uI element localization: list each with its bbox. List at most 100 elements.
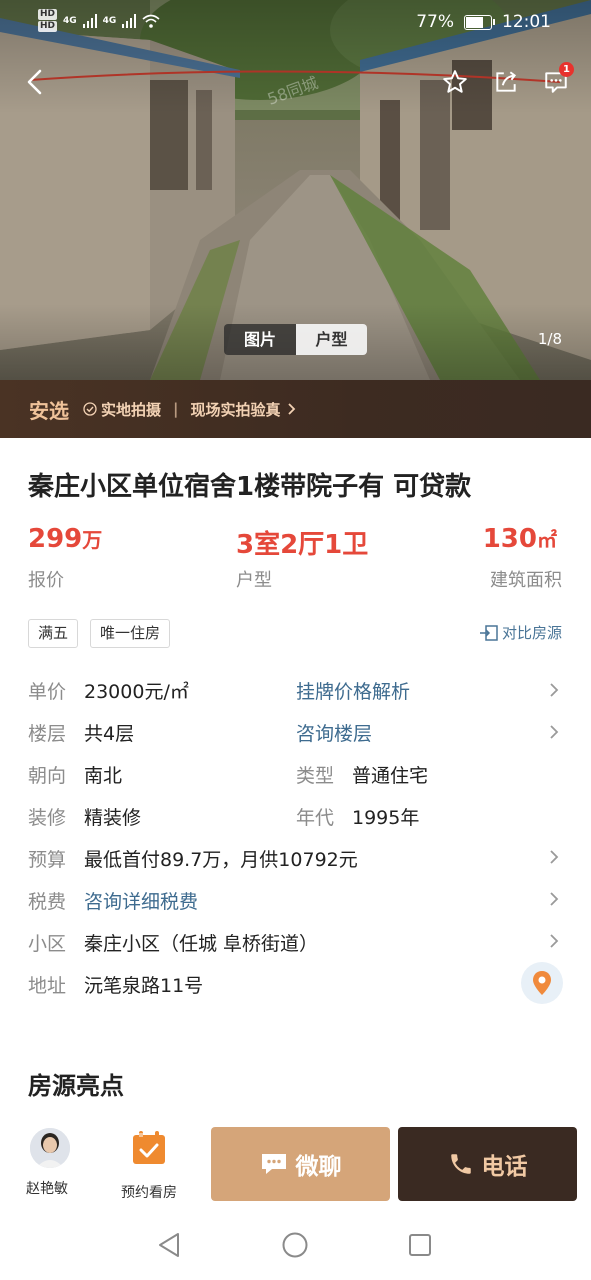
signal-icon <box>82 13 97 28</box>
community-value: 秦庄小区（任城 阜桥街道） <box>84 932 319 955</box>
message-count-badge: 1 <box>559 62 574 77</box>
listing-title: 秦庄小区单位宿舍1楼带院子有 可贷款 <box>28 472 472 502</box>
row-year: 年代 1995年 <box>296 802 419 830</box>
tag-only-home: 唯一住房 <box>90 619 171 648</box>
row-community[interactable]: 小区 秦庄小区（任城 阜桥街道） <box>28 928 318 956</box>
call-label: 电话 <box>481 1154 528 1180</box>
area-value: 130㎡ <box>482 524 557 554</box>
hd-indicator: HD <box>38 21 58 32</box>
tag-over-five-years: 满五 <box>28 619 79 648</box>
circle-home-icon <box>282 1232 308 1258</box>
row-decoration: 装修 精装修 <box>28 802 141 830</box>
courtyard-photo: 58同城 <box>0 0 591 380</box>
schedule-viewing-label: 预约看房 <box>121 1185 177 1201</box>
chevron-right-icon <box>287 403 295 415</box>
row-address: 地址 沅笔泉路11号 <box>28 970 203 998</box>
agent-photo <box>30 1128 70 1168</box>
check-circle-icon <box>83 402 97 416</box>
hd-indicator: HD <box>38 9 58 20</box>
chat-label: 微聊 <box>295 1154 342 1180</box>
schedule-viewing-button[interactable]: 预约看房 <box>114 1130 184 1202</box>
map-location-button[interactable] <box>521 962 563 1004</box>
row-type: 类型 普通住宅 <box>296 760 428 788</box>
layout-label: 户型 <box>236 570 272 591</box>
compare-label: 对比房源 <box>501 624 562 642</box>
tax-consult-link[interactable]: 咨询详细税费 <box>84 887 198 914</box>
square-recents-icon <box>409 1234 431 1256</box>
battery-percent: 77% <box>416 12 454 32</box>
row-tax[interactable]: 税费 咨询详细税费 <box>28 886 198 914</box>
unit-price-label: 单价 <box>28 680 67 703</box>
triangle-back-icon <box>159 1233 179 1257</box>
anxuan-feature: 实地拍摄 <box>101 400 162 419</box>
tab-photos[interactable]: 图片 <box>224 324 296 355</box>
consult-floor-label: 咨询楼层 <box>296 722 373 745</box>
address-value: 沅笔泉路11号 <box>84 974 204 997</box>
listing-photo[interactable]: 58同城 HD HD 4G 4G 77% 12:01 1 图片 户型 1/8 <box>0 0 591 380</box>
decoration-value: 精装修 <box>84 806 142 829</box>
message-button[interactable]: 1 <box>536 62 576 102</box>
anxuan-feature: 现场实拍验真 <box>190 400 281 419</box>
area-label: 建筑面积 <box>490 570 562 591</box>
status-bar: HD HD 4G 4G 77% 12:01 <box>0 0 591 46</box>
row-orientation: 朝向 南北 <box>28 760 122 788</box>
row-floor: 楼层 共4层 <box>28 718 134 746</box>
decoration-label: 装修 <box>28 806 67 829</box>
wifi-icon <box>142 14 160 28</box>
chevron-right-icon[interactable] <box>549 849 559 865</box>
chevron-right-icon[interactable] <box>549 682 559 698</box>
location-pin-icon <box>533 971 551 995</box>
calendar-check-icon <box>133 1131 165 1164</box>
clock: 12:01 <box>502 12 551 32</box>
compare-icon <box>479 624 498 641</box>
price-label: 报价 <box>28 570 64 591</box>
anxuan-verification-bar[interactable]: 安选 实地拍摄 | 现场实拍验真 <box>0 380 591 438</box>
compare-button[interactable]: 对比房源 <box>479 622 562 643</box>
floor-label: 楼层 <box>28 722 67 745</box>
media-tabs: 图片 户型 <box>224 324 367 355</box>
system-recents-button[interactable] <box>403 1228 437 1262</box>
chevron-right-icon[interactable] <box>549 933 559 949</box>
anxuan-brand: 安选 <box>29 398 69 423</box>
network-type: 4G <box>63 15 77 26</box>
chevron-right-icon[interactable] <box>549 724 559 740</box>
agent-profile[interactable]: 赵艳敏 <box>23 1128 77 1198</box>
phone-call-button[interactable]: 电话 <box>398 1127 577 1201</box>
tab-floorplan[interactable]: 户型 <box>296 324 367 355</box>
layout-value: 3室2厅1卫 <box>236 530 369 560</box>
price-analysis-label: 挂牌价格解析 <box>296 680 411 703</box>
system-back-button[interactable] <box>152 1228 186 1262</box>
price-analysis-link[interactable]: 挂牌价格解析 <box>296 676 410 704</box>
budget-value: 最低首付89.7万，月供10792元 <box>84 848 358 871</box>
chat-bubble-icon <box>261 1154 286 1174</box>
share-button[interactable] <box>486 62 526 102</box>
signal-icon <box>122 13 137 28</box>
orientation-label: 朝向 <box>28 764 67 787</box>
star-icon <box>443 70 467 93</box>
year-label: 年代 <box>296 806 335 829</box>
floor-value: 共4层 <box>84 722 135 745</box>
system-home-button[interactable] <box>278 1228 312 1262</box>
type-value: 普通住宅 <box>352 764 429 787</box>
avatar <box>30 1128 70 1168</box>
row-budget[interactable]: 预算 最低首付89.7万，月供10792元 <box>28 844 358 872</box>
tax-label: 税费 <box>28 890 67 913</box>
agent-name: 赵艳敏 <box>26 1181 68 1197</box>
share-icon <box>496 71 517 92</box>
battery-icon <box>464 14 495 30</box>
type-label: 类型 <box>296 764 335 787</box>
consult-floor-link[interactable]: 咨询楼层 <box>296 718 372 746</box>
network-type: 4G <box>102 15 117 26</box>
phone-icon <box>450 1154 471 1174</box>
year-value: 1995年 <box>352 806 420 829</box>
separator: | <box>173 400 179 418</box>
community-label: 小区 <box>28 932 67 955</box>
row-unit-price: 单价 23000元/㎡ <box>28 676 189 704</box>
highlights-section-title: 房源亮点 <box>28 1072 124 1100</box>
wechat-chat-button[interactable]: 微聊 <box>211 1127 390 1201</box>
budget-label: 预算 <box>28 848 67 871</box>
favorite-button[interactable] <box>435 62 475 102</box>
unit-price-value: 23000元/㎡ <box>84 680 189 703</box>
back-button[interactable] <box>15 62 55 102</box>
chevron-right-icon[interactable] <box>549 891 559 907</box>
